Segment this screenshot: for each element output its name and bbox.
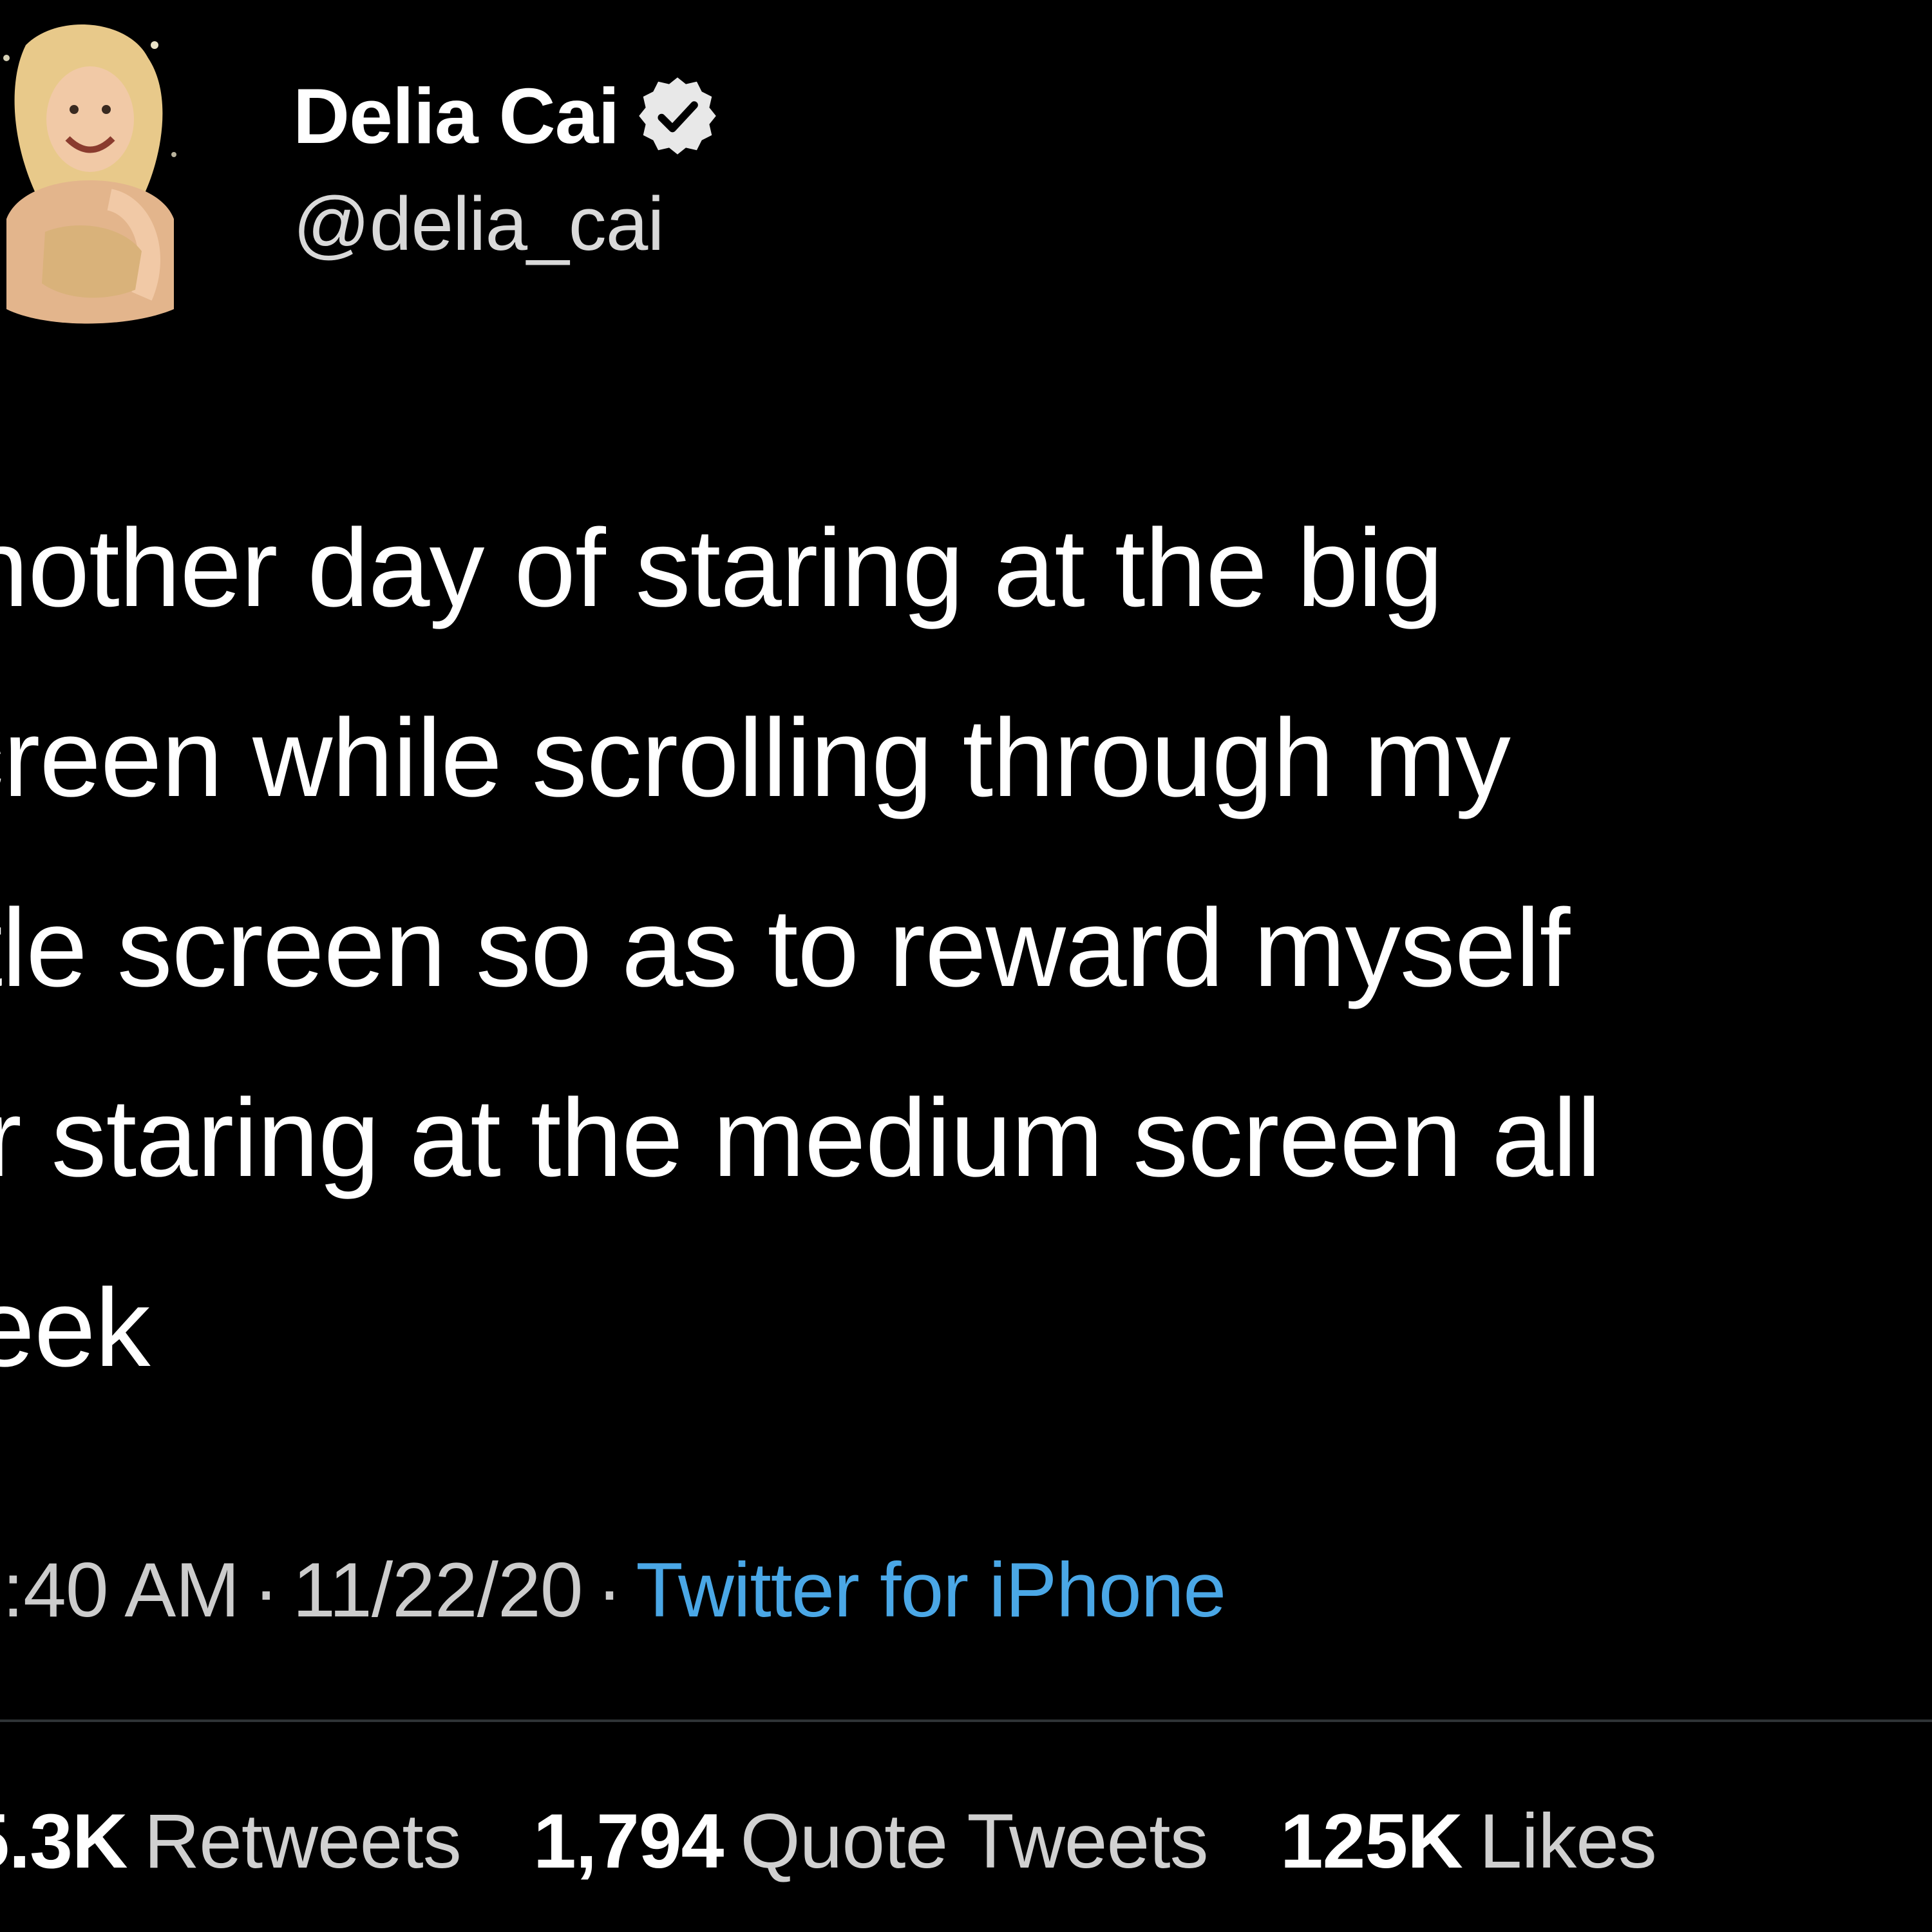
quote-tweets-label: Quote Tweets — [740, 1798, 1208, 1884]
tweet-date[interactable]: 11/22/20 — [292, 1547, 583, 1633]
divider — [0, 1719, 1932, 1722]
tweet-text-line: little screen so as to reward myself — [0, 886, 1570, 1010]
verified-badge-icon — [636, 74, 719, 158]
display-name[interactable]: Delia Cai — [293, 71, 620, 161]
avatar[interactable] — [0, 6, 193, 328]
tweet-text: Another day of staring at the big screen… — [0, 473, 1890, 1423]
tweet-text-line: Another day of staring at the big — [0, 506, 1443, 630]
quote-tweets-stat[interactable]: 1,794 Quote Tweets — [533, 1798, 1229, 1884]
likes-label: Likes — [1479, 1798, 1657, 1884]
quote-tweets-count: 1,794 — [533, 1798, 724, 1884]
likes-stat[interactable]: 125K Likes — [1280, 1798, 1657, 1884]
tweet-text-line: screen while scrolling through my — [0, 696, 1511, 820]
tweet-stats: 5.3KRetweets 1,794Quote Tweets 125KLikes — [0, 1797, 1708, 1886]
tweet-text-line: for staring at the medium screen all — [0, 1076, 1601, 1200]
tweet-card: Delia Cai @delia_cai Another day of star… — [0, 0, 1932, 1932]
meta-separator: · — [253, 1547, 279, 1633]
tweet-text-line: week — [0, 1266, 151, 1390]
retweets-stat[interactable]: 5.3KRetweets — [0, 1798, 482, 1884]
tweet-time[interactable]: 1:40 AM — [0, 1547, 240, 1633]
tweet-source-link[interactable]: Twitter for iPhone — [636, 1547, 1226, 1633]
likes-count: 125K — [1280, 1798, 1463, 1884]
retweets-label: Retweets — [144, 1798, 461, 1884]
avatar-photo-icon — [0, 6, 193, 328]
retweets-count: 5.3K — [0, 1798, 128, 1884]
tweet-meta: 1:40 AM·11/22/20·Twitter for iPhone — [0, 1546, 1226, 1634]
meta-separator: · — [596, 1547, 622, 1633]
handle[interactable]: @delia_cai — [293, 180, 665, 268]
author-name-row[interactable]: Delia Cai — [293, 64, 719, 167]
